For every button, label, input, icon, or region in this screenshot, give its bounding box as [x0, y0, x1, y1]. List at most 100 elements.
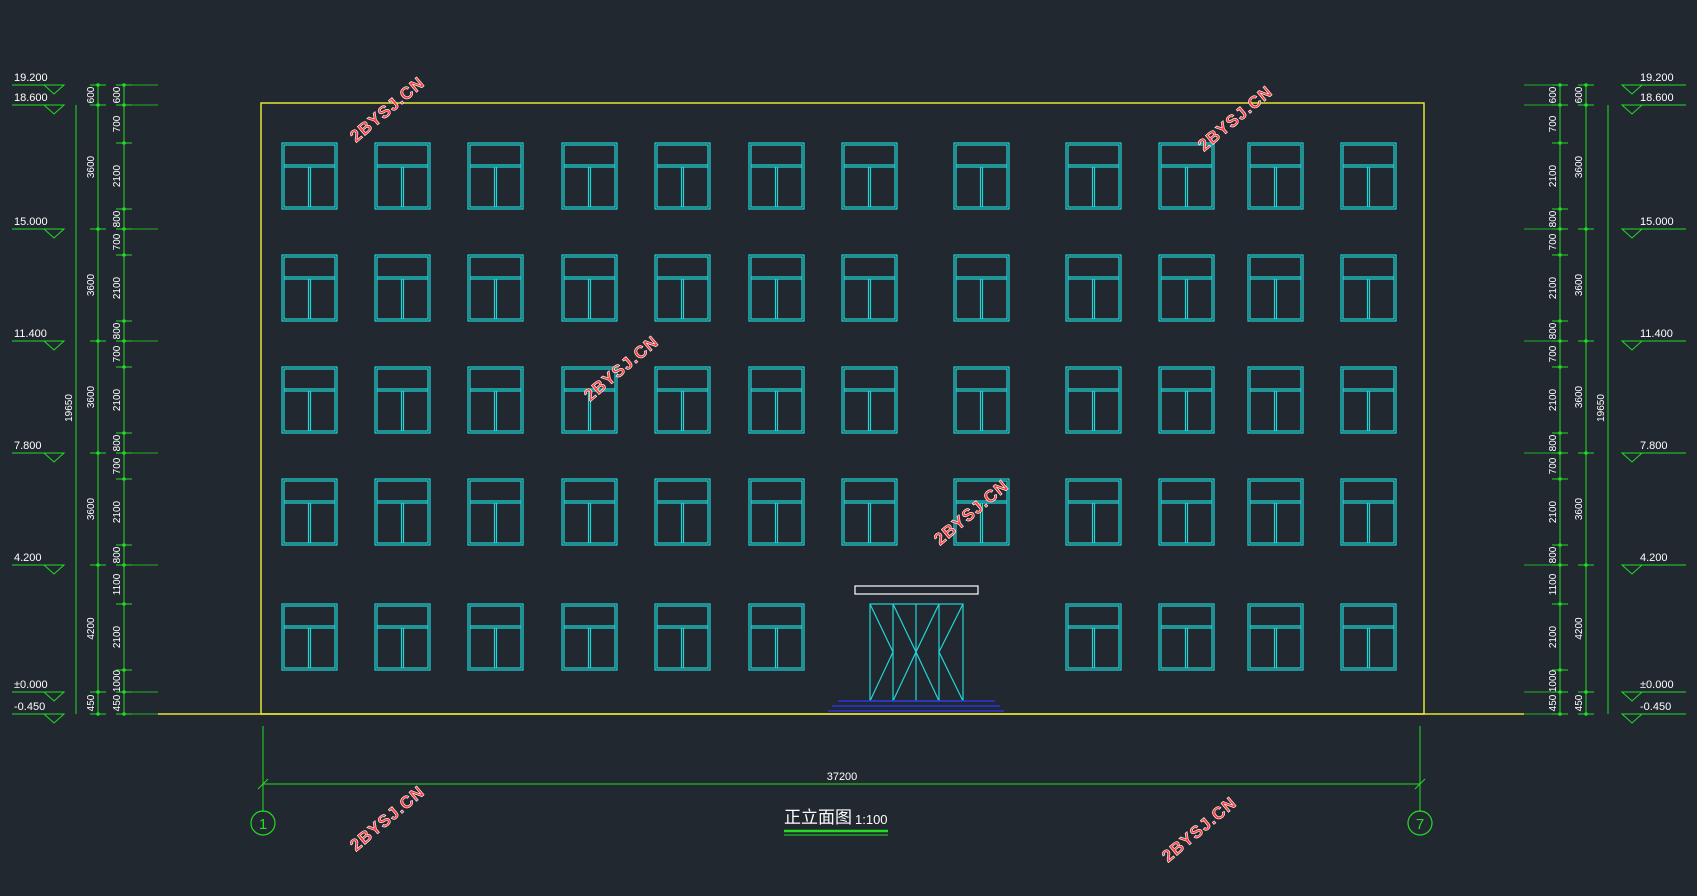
dimension-label: 3600 [86, 385, 97, 408]
window [1158, 366, 1215, 434]
left-outer-dim-chain: 600 3600 3600 3600 3600 4200 450 [86, 83, 106, 716]
level-marker-right: ±0.000 [1620, 679, 1686, 702]
dimension-label: 2100 [1548, 500, 1559, 523]
dimension-label: 4200 [86, 617, 97, 640]
window [1340, 603, 1397, 671]
dimension-label: 450 [1574, 694, 1585, 711]
dimension-label: 700 [112, 233, 123, 250]
dimension-label: 3600 [1574, 497, 1585, 520]
dimension-label: 700 [1548, 457, 1559, 474]
window [841, 366, 898, 434]
window [374, 603, 431, 671]
window [1065, 478, 1122, 546]
dimension-label: 800 [112, 210, 123, 227]
dimension-lines: 600 3600 3600 3600 3600 4200 450 600 700 2100 800 7… [64, 83, 1609, 716]
window [1065, 603, 1122, 671]
window [1247, 603, 1304, 671]
window [281, 366, 338, 434]
window [654, 142, 711, 210]
level-label: 15.000 [1640, 216, 1674, 228]
entrance-door [869, 603, 964, 702]
level-label: -0.450 [14, 701, 45, 713]
dimension-label: 700 [112, 457, 123, 474]
level-marker-left: -0.450 [12, 701, 66, 724]
dimension-label: 3600 [86, 273, 97, 296]
dimension-label: 700 [1548, 345, 1559, 362]
level-label: 7.800 [1640, 440, 1668, 452]
window [561, 254, 618, 322]
level-marker-right: 4.200 [1620, 552, 1686, 575]
window [467, 478, 524, 546]
level-label: 19.200 [14, 72, 48, 84]
total-width-dimension: 37200 [827, 771, 858, 783]
window [654, 366, 711, 434]
window [561, 603, 618, 671]
window [467, 603, 524, 671]
window [841, 478, 898, 546]
building-outline [158, 102, 1524, 715]
elevation-drawing: 600 3600 3600 3600 3600 4200 450 600 700 2100 800 7… [12, 72, 1686, 867]
window [374, 366, 431, 434]
window [953, 366, 1010, 434]
dimension-label: 800 [112, 322, 123, 339]
level-label: -0.450 [1640, 701, 1671, 713]
window [1065, 142, 1122, 210]
window [467, 254, 524, 322]
dimension-label: 1000 [112, 669, 123, 692]
dimension-label: 700 [1548, 233, 1559, 250]
level-marker-right: 15.000 [1620, 216, 1686, 239]
level-marker-left: 11.400 [12, 328, 66, 351]
level-marker-left: 4.200 [12, 552, 66, 575]
level-marker-right: -0.450 [1620, 701, 1686, 724]
dimension-label: 4200 [1574, 617, 1585, 640]
window [1247, 254, 1304, 322]
window [281, 478, 338, 546]
axis-label-end: 7 [1416, 816, 1424, 833]
windows [281, 142, 1397, 671]
window [1158, 478, 1215, 546]
level-label: 18.600 [14, 92, 48, 104]
dimension-label: 800 [1548, 322, 1559, 339]
drawing-canvas: 600 3600 3600 3600 3600 4200 450 600 700 2100 800 7… [0, 0, 1697, 891]
drawing-scale: 1:100 [855, 812, 888, 827]
dimension-label: 2100 [112, 500, 123, 523]
dimension-label: 700 [1548, 115, 1559, 132]
dimension-label: 3600 [1574, 273, 1585, 296]
window [953, 142, 1010, 210]
level-label: 19.200 [1640, 72, 1674, 84]
window [374, 478, 431, 546]
dimension-label: 1100 [112, 573, 123, 595]
watermark: 2BYSJ.CN [346, 782, 428, 855]
level-label: 4.200 [14, 552, 42, 564]
dimension-label: 600 [1548, 86, 1559, 103]
window [841, 142, 898, 210]
level-marker-right: 11.400 [1620, 328, 1686, 351]
dimension-label: 600 [1574, 86, 1585, 103]
level-marker-left: 19.200 [12, 72, 66, 95]
dimension-label: 3600 [1574, 155, 1585, 178]
dimension-label: 450 [112, 694, 123, 711]
watermark: 2BYSJ.CN [1194, 82, 1276, 155]
level-marker-right: 18.600 [1620, 92, 1686, 115]
window [1247, 478, 1304, 546]
level-label: 7.800 [14, 440, 42, 452]
dimension-label: 1100 [1548, 573, 1559, 595]
level-marker-left: 15.000 [12, 216, 66, 239]
level-label: 11.400 [1640, 328, 1673, 340]
entrance-steps [828, 700, 1004, 712]
level-marker-left: 18.600 [12, 92, 66, 115]
window [748, 478, 805, 546]
watermarks: 2BYSJ.CN 2BYSJ.CN 2BYSJ.CN 2BYSJ.CN 2BYSJ.CN… [346, 73, 1277, 867]
total-height-dimension: 19650 [1596, 394, 1607, 422]
level-label: 15.000 [14, 216, 48, 228]
level-label: ±0.000 [1640, 679, 1674, 691]
right-outer-dim-chain: 600 3600 3600 3600 3600 4200 450 [1574, 83, 1594, 716]
window [1247, 366, 1304, 434]
window [1340, 254, 1397, 322]
dimension-label: 450 [86, 694, 97, 711]
window [748, 142, 805, 210]
bottom-dimension [257, 726, 1426, 812]
window [748, 366, 805, 434]
window [1158, 254, 1215, 322]
window [841, 254, 898, 322]
